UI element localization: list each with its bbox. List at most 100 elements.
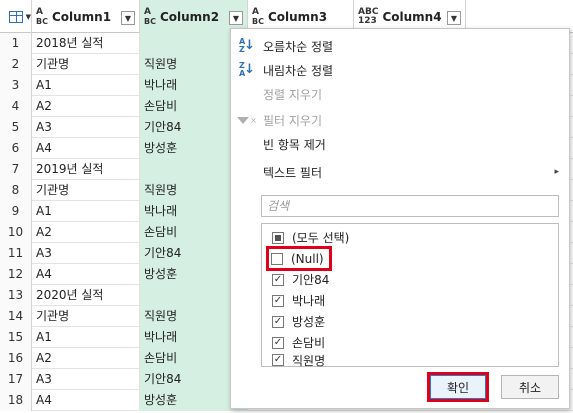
column-filter-button[interactable]: ▼ [229, 11, 243, 25]
cell-column1[interactable]: A2 [32, 222, 140, 243]
text-type-icon[interactable]: A BC [252, 6, 264, 26]
menu-item-label: 오름차순 정렬 [263, 39, 334, 54]
clear-filter-item[interactable]: × 필터 지우기 [231, 108, 569, 132]
type-top: A [252, 6, 259, 17]
row-number[interactable]: 1 [0, 33, 32, 54]
row-number[interactable]: 10 [0, 222, 32, 243]
value-checkbox[interactable]: ✓ [272, 315, 284, 328]
row-number[interactable]: 4 [0, 96, 32, 117]
type-bottom: BC [144, 16, 156, 26]
type-bottom: BC [252, 16, 264, 26]
filter-value-item[interactable]: ✓ 직원명 [262, 353, 558, 367]
column-name: Column3 [267, 9, 328, 24]
row-number[interactable]: 8 [0, 180, 32, 201]
clear-sort-item[interactable]: 정렬 지우기 [231, 82, 569, 106]
cell-column1[interactable]: A2 [32, 348, 140, 369]
cell-column1[interactable]: A1 [32, 75, 140, 96]
cell-column1[interactable]: 2019년 실적 [32, 159, 140, 180]
row-number[interactable]: 14 [0, 306, 32, 327]
value-checkbox[interactable]: ✓ [272, 294, 284, 307]
text-filter-item[interactable]: 텍스트 필터 ▸ [231, 160, 569, 184]
value-checkbox[interactable]: ✓ [272, 336, 284, 349]
filter-value-item[interactable]: ✓ 기안84 [262, 269, 558, 290]
filter-item-label: 방성훈 [292, 315, 326, 329]
filter-item-label: 기안84 [292, 273, 330, 287]
any-type-icon[interactable]: ABC 123 [358, 7, 378, 26]
sort-ascending-item[interactable]: A Z ↓ 오름차순 정렬 [231, 34, 569, 58]
text-type-icon[interactable]: A BC [36, 6, 48, 26]
sort-ascending-icon: A Z ↓ [239, 37, 255, 54]
filter-value-item[interactable]: ✓ 방성훈 [262, 311, 558, 332]
menu-item-label: 필터 지우기 [263, 113, 323, 128]
column-filter-button[interactable]: ▼ [447, 11, 461, 25]
row-number[interactable]: 16 [0, 348, 32, 369]
column-filter-button[interactable]: ▼ [121, 11, 135, 25]
cell-column1[interactable]: 기관명 [32, 306, 140, 327]
cell-column1[interactable]: 2018년 실적 [32, 33, 140, 54]
row-number[interactable]: 9 [0, 201, 32, 222]
column-header-1[interactable]: A BC Column1 ▼ [32, 0, 140, 33]
row-number[interactable]: 5 [0, 117, 32, 138]
row-number[interactable]: 17 [0, 369, 32, 390]
cell-column1[interactable]: A2 [32, 96, 140, 117]
type-top: A [144, 6, 151, 17]
ok-button[interactable]: 확인 [430, 375, 486, 399]
column-filter-menu: A Z ↓ 오름차순 정렬 Z A ↓ 내림차순 정렬 정렬 지우기 × 필터 지우기 … [230, 28, 570, 409]
column-name: Column4 [382, 9, 442, 24]
type-bottom: BC [36, 16, 48, 26]
sort-descending-icon: Z A ↓ [239, 61, 255, 78]
row-number[interactable]: 15 [0, 327, 32, 348]
text-type-icon[interactable]: A BC [144, 6, 156, 26]
menu-item-label: 빈 항목 제거 [263, 137, 326, 152]
filter-value-list: (모두 선택) (Null) ✓ 기안84 ✓ 박나래 ✓ 방성훈 ✓ 손담비 … [261, 223, 559, 367]
value-checkbox[interactable]: ✓ [272, 354, 284, 366]
cell-column1[interactable]: A4 [32, 264, 140, 285]
filter-item-label: (Null) [291, 251, 324, 266]
cell-column1[interactable]: A4 [32, 138, 140, 159]
filter-item-label: 박나래 [292, 294, 326, 308]
cell-column1[interactable]: A4 [32, 390, 140, 411]
menu-item-label: 텍스트 필터 [263, 165, 323, 180]
cell-column1[interactable]: A3 [32, 243, 140, 264]
cell-column1[interactable]: A1 [32, 327, 140, 348]
chevron-right-icon: ▸ [554, 167, 559, 177]
filter-item-label: 직원명 [292, 353, 326, 368]
type-top: A [36, 6, 43, 17]
filter-search-input[interactable]: 검색 [261, 195, 559, 217]
select-all-checkbox[interactable] [272, 231, 284, 244]
filter-item-label: (모두 선택) [292, 231, 350, 245]
filter-value-item[interactable]: ✓ 박나래 [262, 290, 558, 311]
filter-item-label: 손담비 [292, 336, 326, 350]
null-item[interactable]: (Null) [266, 246, 332, 271]
row-number[interactable]: 7 [0, 159, 32, 180]
clear-filter-icon: × [231, 116, 263, 125]
type-bottom: 123 [358, 15, 377, 26]
cell-column1[interactable]: 2020년 실적 [32, 285, 140, 306]
cell-column1[interactable]: 기관명 [32, 180, 140, 201]
cell-column1[interactable]: A3 [32, 369, 140, 390]
menu-item-label: 내림차순 정렬 [263, 63, 334, 78]
table-icon [9, 10, 23, 23]
cancel-button[interactable]: 취소 [501, 375, 559, 399]
row-number[interactable]: 6 [0, 138, 32, 159]
row-number[interactable]: 18 [0, 390, 32, 411]
row-number[interactable]: 12 [0, 264, 32, 285]
row-number[interactable]: 3 [0, 75, 32, 96]
cell-column1[interactable]: A3 [32, 117, 140, 138]
value-checkbox[interactable]: ✓ [272, 273, 284, 286]
menu-item-label: 정렬 지우기 [263, 87, 323, 102]
table-menu-button[interactable]: ▼ [0, 0, 32, 33]
sort-descending-item[interactable]: Z A ↓ 내림차순 정렬 [231, 58, 569, 82]
null-checkbox[interactable] [271, 252, 283, 265]
row-number[interactable]: 13 [0, 285, 32, 306]
cell-column1[interactable]: A1 [32, 201, 140, 222]
filter-value-item[interactable]: ✓ 손담비 [262, 332, 558, 353]
column-name: Column1 [51, 9, 112, 24]
remove-empty-item[interactable]: 빈 항목 제거 [231, 132, 569, 156]
chevron-down-icon: ▼ [25, 12, 31, 21]
row-number[interactable]: 11 [0, 243, 32, 264]
cell-column1[interactable]: 기관명 [32, 54, 140, 75]
row-number[interactable]: 2 [0, 54, 32, 75]
select-all-item[interactable]: (모두 선택) [262, 227, 558, 248]
column-name: Column2 [159, 9, 220, 24]
